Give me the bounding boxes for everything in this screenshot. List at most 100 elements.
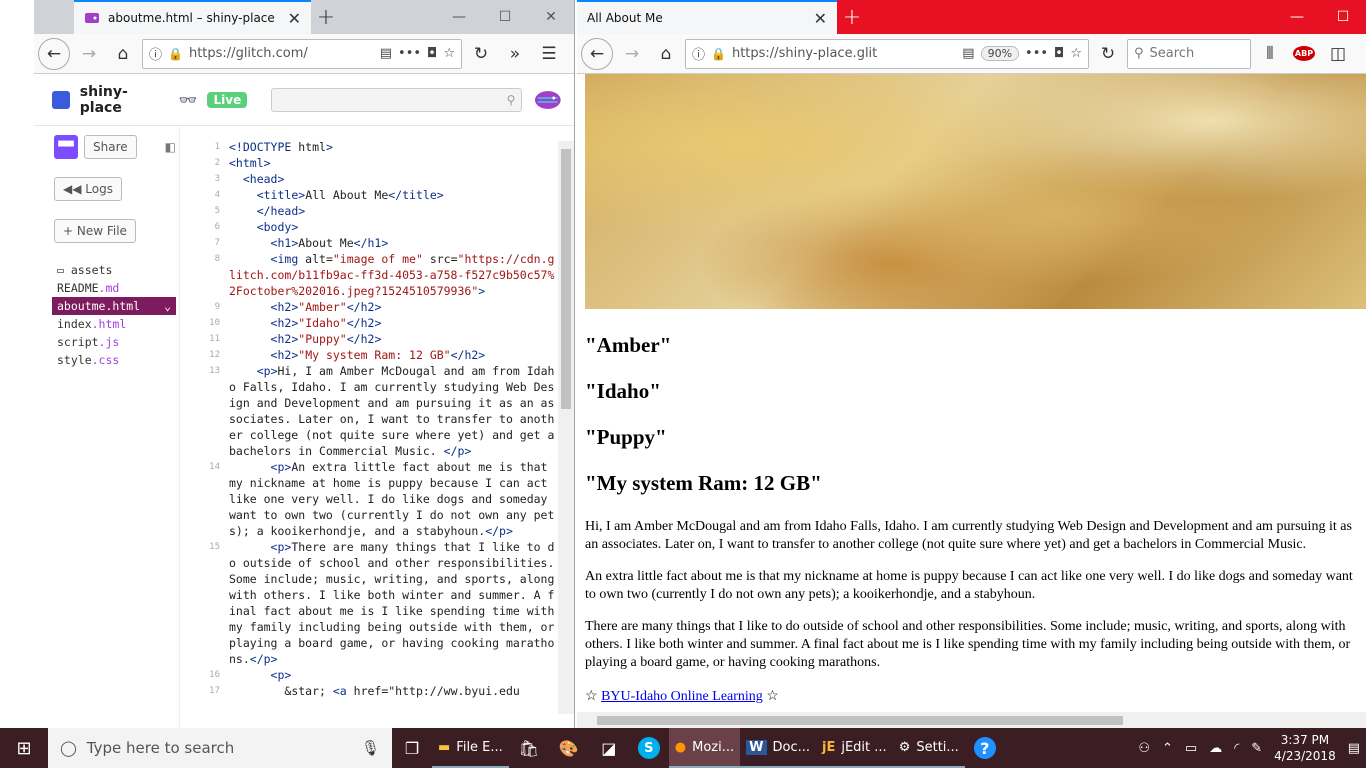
line-text[interactable]: <body> (224, 219, 556, 235)
pocket-icon[interactable]: ◘ (1054, 46, 1064, 61)
line-text[interactable]: <p>Hi, I am Amber McDougal and am from I… (224, 363, 556, 459)
info-icon[interactable]: ⓘ (692, 44, 705, 63)
code-line[interactable]: 4 <title>All About Me</title> (180, 187, 556, 203)
onedrive-icon[interactable]: ☁ (1209, 741, 1222, 756)
code-line[interactable]: 6 <body> (180, 219, 556, 235)
taskbar-app-jedit[interactable]: jE jEdit ... (816, 728, 893, 768)
live-badge[interactable]: Live (207, 91, 248, 108)
home-icon[interactable]: ⌂ (108, 39, 138, 69)
zoom-level[interactable]: 90% (980, 46, 1020, 61)
chevron-down-icon[interactable]: ⌄ (164, 299, 171, 313)
line-text[interactable]: <img alt="image of me" src="https://cdn.… (224, 251, 556, 299)
line-text[interactable]: <h1>About Me</h1> (224, 235, 556, 251)
line-text[interactable]: <h2>"Amber"</h2> (224, 299, 556, 315)
sticky-notes-icon[interactable]: ◪ (589, 728, 629, 768)
maximize-icon[interactable]: ☐ (1320, 0, 1366, 34)
code-line[interactable]: 17 &star; <a href="http://ww.byui.edu (180, 683, 556, 699)
taskbar-search[interactable]: ◯ Type here to search 🎙 (48, 728, 392, 768)
file-script[interactable]: script.js (52, 333, 179, 351)
skype-icon[interactable]: S (629, 728, 669, 768)
project-icon[interactable] (52, 90, 70, 109)
code-line[interactable]: 10 <h2>"Idaho"</h2> (180, 315, 556, 331)
reload-icon[interactable]: ↻ (466, 39, 496, 69)
people-icon[interactable]: ⚇ (1138, 741, 1150, 756)
tab-all-about-me[interactable]: All About Me ✕ (577, 0, 837, 34)
page-actions-icon[interactable]: ••• (398, 46, 421, 61)
bookmark-star-icon[interactable]: ☆ (443, 46, 455, 61)
line-text[interactable]: <p> (224, 667, 556, 683)
code-line[interactable]: 2 <html> (180, 155, 556, 171)
code-line[interactable]: 3 <head> (180, 171, 556, 187)
line-text[interactable]: <h2>"My system Ram: 12 GB"</h2> (224, 347, 556, 363)
url-bar[interactable]: ⓘ 🔒 https://glitch.com/ ▤ ••• ◘ ☆ (142, 38, 462, 69)
collapse-sidebar-icon[interactable]: ◧ (165, 140, 176, 154)
avatar[interactable]: ▀▀ (54, 135, 78, 159)
line-text[interactable]: <head> (224, 171, 556, 187)
file-style[interactable]: style.css (52, 351, 179, 369)
code-line[interactable]: 5 </head> (180, 203, 556, 219)
pen-icon[interactable]: ✎ (1251, 741, 1262, 756)
minimize-icon[interactable]: — (436, 0, 482, 34)
menu-icon[interactable]: ☰ (534, 39, 564, 69)
home-icon[interactable]: ⌂ (651, 39, 681, 69)
line-text[interactable]: <p>There are many things that I like to … (224, 539, 556, 667)
minimize-icon[interactable]: — (1274, 0, 1320, 34)
code-line[interactable]: 9 <h2>"Amber"</h2> (180, 299, 556, 315)
overflow-icon[interactable]: » (500, 39, 530, 69)
code-line[interactable]: 16 <p> (180, 667, 556, 683)
project-name[interactable]: shiny-place (80, 84, 169, 116)
microphone-icon[interactable]: 🎙 (361, 739, 380, 757)
line-text[interactable]: <h2>"Puppy"</h2> (224, 331, 556, 347)
url-text[interactable]: https://shiny-place.glit (732, 46, 956, 61)
taskbar-app-file-explorer[interactable]: ▬ File E... (432, 728, 509, 768)
maximize-icon[interactable]: ☐ (482, 0, 528, 34)
taskbar-app-word[interactable]: W Doc... (740, 728, 817, 768)
reader-view-icon[interactable]: ▤ (962, 46, 974, 61)
code-line[interactable]: 12 <h2>"My system Ram: 12 GB"</h2> (180, 347, 556, 363)
back-icon[interactable]: ← (38, 37, 70, 70)
battery-icon[interactable]: ▭ (1185, 741, 1197, 756)
windows-start-icon[interactable]: ⊞ (0, 728, 48, 768)
code-line[interactable]: 11 <h2>"Puppy"</h2> (180, 331, 556, 347)
tab-glitch[interactable]: aboutme.html – shiny-place ✕ (74, 0, 311, 34)
sidebar-icon[interactable]: ◫ (1323, 39, 1353, 69)
task-view-icon[interactable]: ❐ (392, 728, 432, 768)
code-line[interactable]: 8 <img alt="image of me" src="https://cd… (180, 251, 556, 299)
file-aboutme[interactable]: aboutme.html ⌄ (52, 297, 176, 315)
tab-close-icon[interactable]: ✕ (814, 9, 827, 28)
library-icon[interactable]: ⫴ (1255, 39, 1285, 69)
line-text[interactable]: &star; <a href="http://ww.byui.edu (224, 683, 556, 699)
notifications-icon[interactable]: ▤ (1348, 741, 1360, 756)
glasses-icon[interactable]: 👓 (179, 91, 198, 109)
code-line[interactable]: 7 <h1>About Me</h1> (180, 235, 556, 251)
code-editor[interactable]: 1 <!DOCTYPE html> 2 <html> 3 <head> 4 <title>… (179, 127, 574, 728)
new-tab-button[interactable]: + (837, 0, 867, 34)
adblock-icon[interactable]: ABP (1289, 39, 1319, 69)
store-icon[interactable]: 🛍 (509, 728, 549, 768)
code-line[interactable]: 15 <p>There are many things that I like … (180, 539, 556, 667)
search-input[interactable]: ⚲ Search (1127, 38, 1251, 69)
back-icon[interactable]: ← (581, 37, 613, 70)
scroll-thumb[interactable] (597, 716, 1123, 725)
code-lines[interactable]: 1 <!DOCTYPE html> 2 <html> 3 <head> 4 <title>… (180, 139, 556, 699)
line-text[interactable]: <h2>"Idaho"</h2> (224, 315, 556, 331)
bookmark-star-icon[interactable]: ☆ (1070, 46, 1082, 61)
help-icon[interactable]: ? (965, 728, 1005, 768)
glitch-search-input[interactable]: ⚲ (271, 87, 523, 112)
url-text[interactable]: https://glitch.com/ (189, 46, 374, 61)
horizontal-scrollbar[interactable] (577, 712, 1366, 728)
file-assets[interactable]: ▭ assets (52, 261, 179, 279)
reload-icon[interactable]: ↻ (1093, 39, 1123, 69)
logs-button[interactable]: ◀◀ Logs (54, 177, 122, 201)
info-icon[interactable]: ⓘ (149, 44, 162, 63)
url-bar[interactable]: ⓘ 🔒 https://shiny-place.glit ▤ 90% ••• ◘… (685, 38, 1089, 69)
new-tab-button[interactable]: + (311, 0, 341, 34)
line-text[interactable]: <html> (224, 155, 556, 171)
forward-icon[interactable]: → (74, 39, 104, 69)
line-text[interactable]: <title>All About Me</title> (224, 187, 556, 203)
code-line[interactable]: 14 <p>An extra little fact about me is t… (180, 459, 556, 539)
glitch-fish-logo-icon[interactable] (532, 88, 564, 112)
chevron-up-icon[interactable]: ⌃ (1162, 741, 1173, 756)
line-text[interactable]: <!DOCTYPE html> (224, 139, 556, 155)
clock[interactable]: 3:37 PM 4/23/2018 (1274, 732, 1336, 764)
